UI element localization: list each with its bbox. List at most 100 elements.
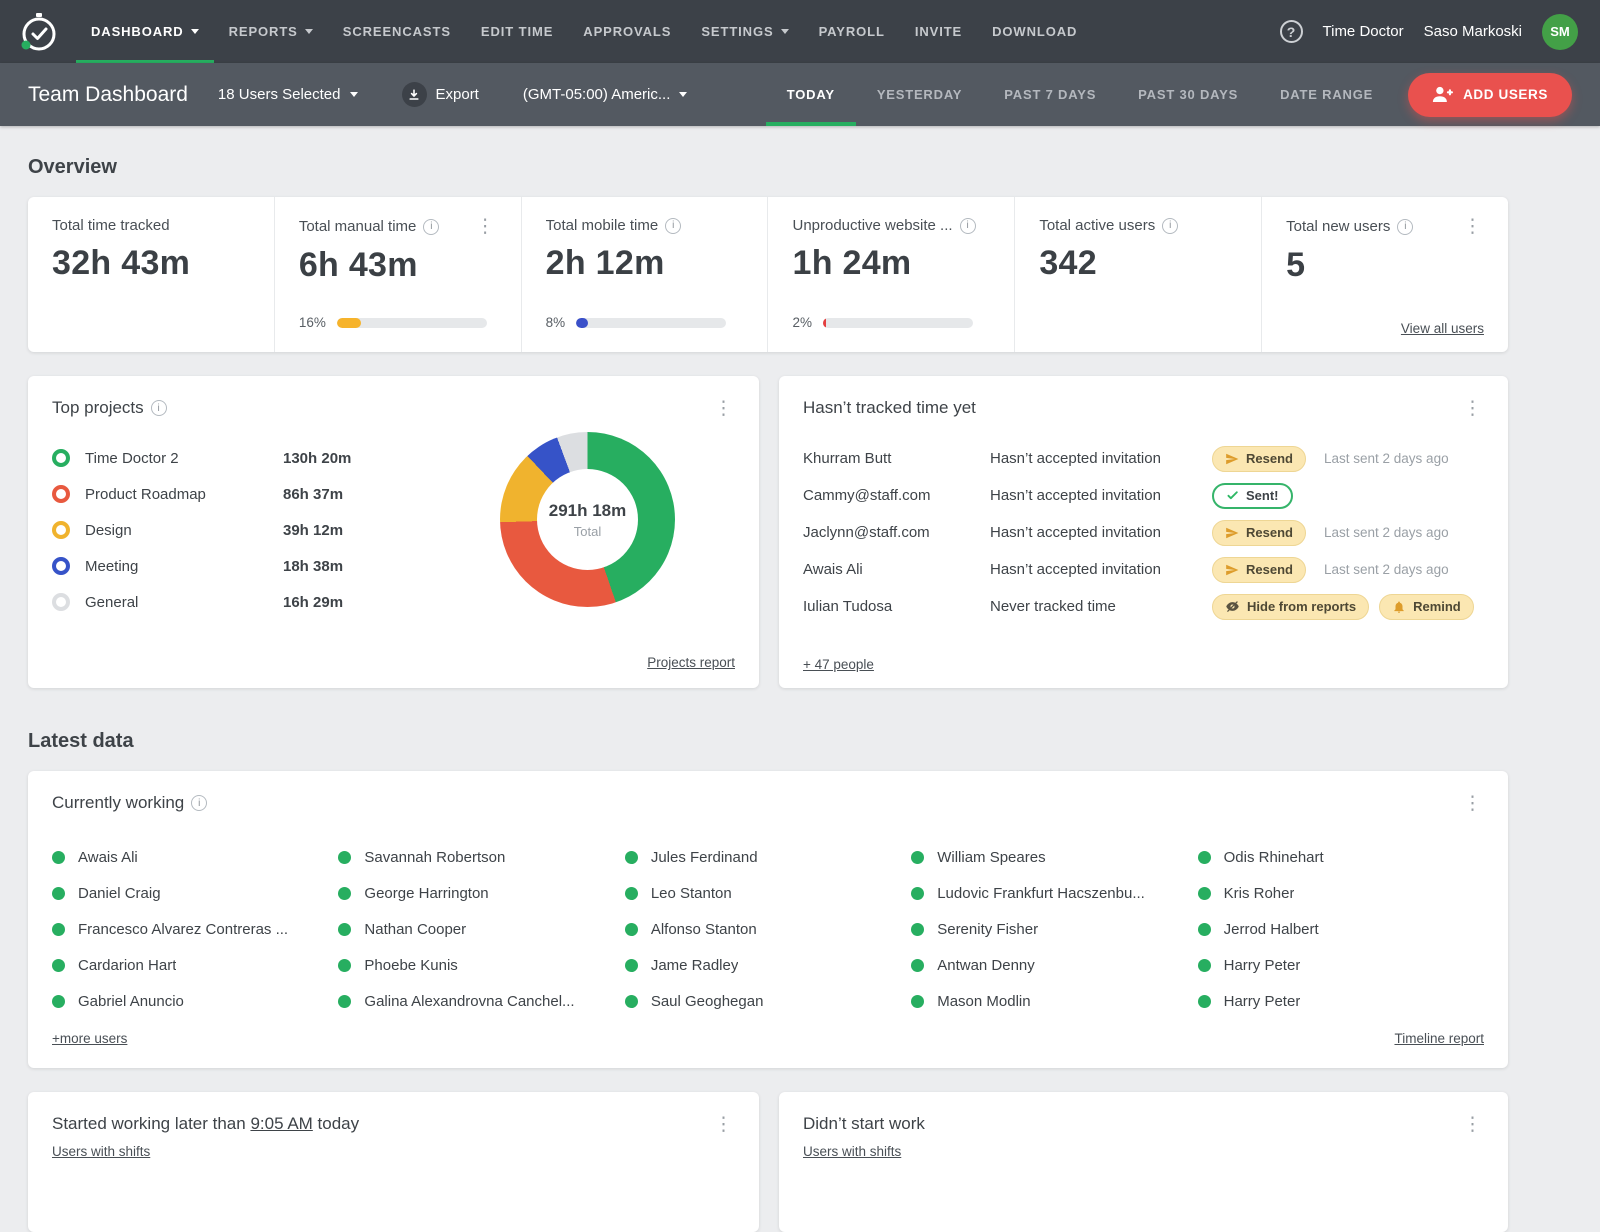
chevron-down-icon xyxy=(679,92,687,97)
tab-past-7-days[interactable]: PAST 7 DAYS xyxy=(983,63,1117,126)
started-late-card: Started working later than 9:05 AM today… xyxy=(28,1092,759,1232)
projects-report-link[interactable]: Projects report xyxy=(647,655,735,670)
working-user: Awais Ali xyxy=(52,839,322,875)
working-user: Daniel Craig xyxy=(52,875,322,911)
nav-item-reports[interactable]: REPORTS xyxy=(214,0,328,63)
info-icon[interactable]: i xyxy=(1397,219,1413,235)
dashboard-toolbar: Team Dashboard 18 Users Selected Export … xyxy=(0,63,1600,126)
tab-past-30-days[interactable]: PAST 30 DAYS xyxy=(1117,63,1259,126)
hide-from-reports-button[interactable]: Hide from reports xyxy=(1212,594,1369,620)
user-name: William Speares xyxy=(937,849,1045,866)
help-icon[interactable]: ? xyxy=(1280,20,1303,43)
main-nav: DASHBOARDREPORTSSCREENCASTSEDIT TIMEAPPR… xyxy=(76,0,1092,63)
nav-item-dashboard[interactable]: DASHBOARD xyxy=(76,0,214,63)
projects-donut-chart: 291h 18m Total xyxy=(500,432,675,607)
timeline-report-link[interactable]: Timeline report xyxy=(1394,1031,1484,1046)
resend-button[interactable]: Resend xyxy=(1212,520,1306,546)
info-icon[interactable]: i xyxy=(191,795,207,811)
kebab-menu-icon[interactable]: ⋮ xyxy=(712,1115,735,1134)
stat-card-total-mobile-time: Total mobile timei2h 12m8% xyxy=(522,197,769,352)
stat-label: Total mobile time xyxy=(546,217,659,234)
users-with-shifts-link[interactable]: Users with shifts xyxy=(803,1144,901,1159)
online-dot xyxy=(52,887,65,900)
progress-bar-fill xyxy=(337,318,361,328)
row-actions: Resend xyxy=(1212,557,1324,583)
nav-item-settings[interactable]: SETTINGS xyxy=(686,0,803,63)
working-user: Francesco Alvarez Contreras ... xyxy=(52,911,322,947)
kebab-menu-icon[interactable]: ⋮ xyxy=(1461,794,1484,813)
online-dot xyxy=(625,851,638,864)
button-label: Resend xyxy=(1246,525,1293,540)
progress-bar xyxy=(576,318,726,328)
info-icon[interactable]: i xyxy=(960,218,976,234)
person-name: Iulian Tudosa xyxy=(803,598,990,615)
add-users-button[interactable]: ADD USERS xyxy=(1408,73,1572,117)
info-icon[interactable]: i xyxy=(151,400,167,416)
online-dot xyxy=(52,923,65,936)
working-user: Cardarion Hart xyxy=(52,947,322,983)
shift-time-link[interactable]: 9:05 AM xyxy=(250,1114,312,1133)
working-user: Jerrod Halbert xyxy=(1198,911,1468,947)
user-avatar[interactable]: SM xyxy=(1542,14,1578,50)
send-icon xyxy=(1225,452,1239,466)
info-icon[interactable]: i xyxy=(1162,218,1178,234)
online-dot xyxy=(338,851,351,864)
nav-item-download[interactable]: DOWNLOAD xyxy=(977,0,1092,63)
sent-badge: Sent! xyxy=(1212,483,1293,509)
kebab-menu-icon[interactable]: ⋮ xyxy=(712,399,735,418)
user-name: Savannah Robertson xyxy=(364,849,505,866)
kebab-menu-icon[interactable]: ⋮ xyxy=(1461,1115,1484,1134)
chevron-down-icon xyxy=(350,92,358,97)
project-time: 39h 12m xyxy=(283,522,343,539)
stat-progress: 8% xyxy=(546,315,727,330)
nav-item-payroll[interactable]: PAYROLL xyxy=(804,0,900,63)
add-user-icon xyxy=(1432,86,1453,103)
stat-card-total-new-users: Total new usersi⋮5View all users xyxy=(1262,197,1508,352)
info-icon[interactable]: i xyxy=(423,219,439,235)
stat-label: Total time tracked xyxy=(52,217,170,234)
progress-bar-fill xyxy=(823,318,826,328)
resend-button[interactable]: Resend xyxy=(1212,446,1306,472)
nav-item-edit-time[interactable]: EDIT TIME xyxy=(466,0,568,63)
info-icon[interactable]: i xyxy=(665,218,681,234)
kebab-menu-icon[interactable]: ⋮ xyxy=(1461,217,1484,236)
person-status: Hasn’t accepted invitation xyxy=(990,524,1212,541)
kebab-menu-icon[interactable]: ⋮ xyxy=(1461,399,1484,418)
working-column: Jules FerdinandLeo StantonAlfonso Stanto… xyxy=(625,839,911,1019)
brand-name: Time Doctor xyxy=(1323,23,1404,40)
tab-yesterday[interactable]: YESTERDAY xyxy=(856,63,983,126)
online-dot xyxy=(911,995,924,1008)
export-button[interactable]: Export xyxy=(402,82,479,107)
user-name[interactable]: Saso Markoski xyxy=(1424,23,1522,40)
user-name: Leo Stanton xyxy=(651,885,732,902)
users-selected-dropdown[interactable]: 18 Users Selected xyxy=(218,86,358,103)
online-dot xyxy=(338,887,351,900)
stat-card-header: Total new usersi⋮ xyxy=(1286,217,1484,236)
stat-percent: 8% xyxy=(546,315,566,330)
user-name: Kris Roher xyxy=(1224,885,1295,902)
tab-today[interactable]: TODAY xyxy=(766,63,856,126)
timezone-dropdown[interactable]: (GMT-05:00) Americ... xyxy=(523,86,688,103)
progress-bar xyxy=(337,318,487,328)
resend-button[interactable]: Resend xyxy=(1212,557,1306,583)
user-name: Francesco Alvarez Contreras ... xyxy=(78,921,288,938)
more-people-link[interactable]: + 47 people xyxy=(803,657,874,672)
view-all-users-link[interactable]: View all users xyxy=(1401,321,1484,336)
tab-date-range[interactable]: DATE RANGE xyxy=(1259,63,1394,126)
row-actions: Hide from reports Remind xyxy=(1212,594,1474,620)
remind-button[interactable]: Remind xyxy=(1379,594,1474,620)
timedoctor-logo-icon[interactable] xyxy=(16,9,62,55)
nav-item-invite[interactable]: INVITE xyxy=(900,0,977,63)
kebab-menu-icon[interactable]: ⋮ xyxy=(474,217,497,236)
row-actions: Sent! xyxy=(1212,483,1324,509)
page-title: Team Dashboard xyxy=(28,83,188,107)
more-users-link[interactable]: +more users xyxy=(52,1031,127,1046)
didnt-start-title: Didn’t start work xyxy=(803,1114,925,1134)
nav-item-approvals[interactable]: APPROVALS xyxy=(568,0,686,63)
project-name: Product Roadmap xyxy=(85,486,283,503)
working-user: Kris Roher xyxy=(1198,875,1468,911)
users-with-shifts-link[interactable]: Users with shifts xyxy=(52,1144,150,1159)
nav-item-screencasts[interactable]: SCREENCASTS xyxy=(328,0,466,63)
user-name: Jerrod Halbert xyxy=(1224,921,1319,938)
add-users-label: ADD USERS xyxy=(1463,87,1548,102)
